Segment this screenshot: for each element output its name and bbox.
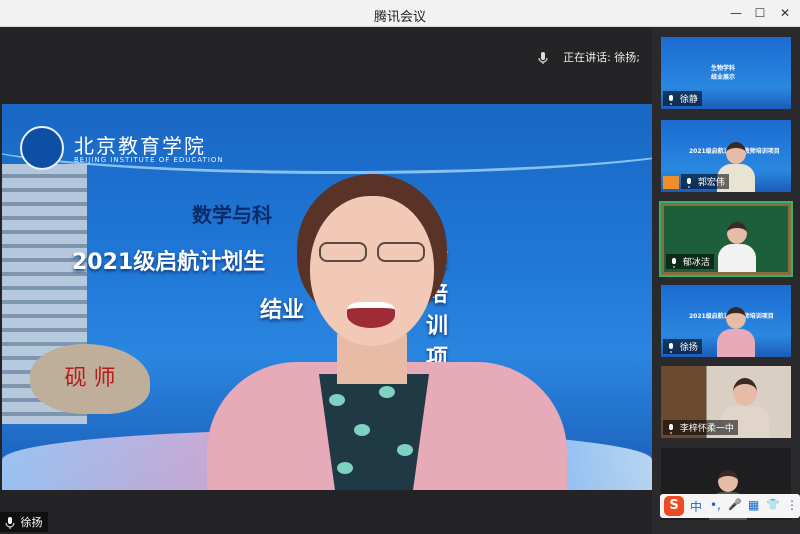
participant-name: 李梓怀柔一中 [679, 424, 734, 434]
microphone-icon [687, 177, 691, 188]
ime-skin-icon[interactable]: 👕 [766, 498, 780, 511]
close-button[interactable]: ✕ [775, 4, 795, 22]
participant-name: 郭宏伟 [697, 178, 725, 188]
participant-label: 徐扬 [663, 339, 702, 354]
participant-label: 郁冰洁 [666, 254, 714, 269]
participant-name: 徐静 [679, 95, 698, 105]
speaker-glasses [317, 242, 427, 264]
participant-tile[interactable]: 2021级启航计划生 师培训项目 徐扬 [661, 285, 791, 357]
microphone-icon [672, 257, 676, 268]
participant-sidebar[interactable]: 生物学科 结业展示 徐静 2021级启航计划生 教师培训项目 郭宏伟 郁冰洁 2… [652, 27, 800, 534]
microphone-icon [537, 52, 548, 64]
ime-more-icon[interactable]: ⋮ [786, 498, 798, 512]
participant-label: 徐静 [663, 91, 702, 106]
avatar-icon [663, 176, 679, 189]
stone-inscription: 砚 师 [30, 344, 150, 414]
ime-voice-icon[interactable]: 🎤 [728, 498, 742, 511]
microphone-icon [669, 342, 673, 353]
main-stage: 正在讲话: 徐扬; 砚 师 北京教育学院 BEIJING INSTITUTE O… [0, 27, 652, 534]
window-title: 腾讯会议 [373, 10, 426, 25]
ime-mode-button[interactable]: 中 [690, 498, 702, 515]
ime-toolbar[interactable]: S 中 •, 🎤 ▦ 👕 ⋮ [660, 494, 800, 518]
participant-tile[interactable]: 郁冰洁 [659, 201, 793, 277]
microphone-icon [669, 94, 673, 105]
participant-tile[interactable]: 生物学科 结业展示 徐静 [661, 37, 791, 109]
participant-label: 李梓怀柔一中 [663, 420, 738, 435]
ime-punctuation-icon[interactable]: •, [710, 498, 721, 512]
participant-tile[interactable]: 李梓怀柔一中 [661, 366, 791, 438]
participant-video [718, 222, 756, 272]
microphone-icon [5, 517, 15, 529]
participant-video [717, 307, 755, 357]
ime-keyboard-icon[interactable]: ▦ [748, 498, 759, 512]
sogou-logo-icon[interactable]: S [664, 496, 684, 516]
maximize-button[interactable]: ☐ [750, 4, 770, 22]
main-video[interactable]: 砚 师 北京教育学院 BEIJING INSTITUTE OF EDUCATIO… [2, 104, 652, 490]
tile-slide-text: 生物学科 结业展示 [711, 65, 736, 81]
school-name: 北京教育学院 [74, 134, 206, 158]
speaking-indicator: 正在讲话: 徐扬; [536, 49, 640, 65]
speaker-shirt [319, 374, 429, 490]
speaker-mouth [347, 302, 395, 328]
participant-name: 徐扬 [679, 343, 698, 353]
microphone-icon [669, 423, 673, 434]
speaking-text: 正在讲话: 徐扬; [563, 51, 640, 64]
school-logo-icon [20, 126, 64, 170]
main-speaker-name: 徐扬 [20, 516, 43, 529]
title-bar: 腾讯会议 — ☐ ✕ [0, 0, 800, 27]
minimize-button[interactable]: — [726, 4, 746, 22]
school-name-en: BEIJING INSTITUTE OF EDUCATION [74, 156, 224, 164]
participant-tile[interactable]: 2021级启航计划生 教师培训项目 郭宏伟 [661, 120, 791, 192]
participant-label: 郭宏伟 [681, 174, 729, 189]
main-speaker-tag: 徐扬 [0, 512, 48, 532]
participant-name: 郁冰洁 [682, 258, 710, 268]
speaker-person [207, 174, 567, 490]
